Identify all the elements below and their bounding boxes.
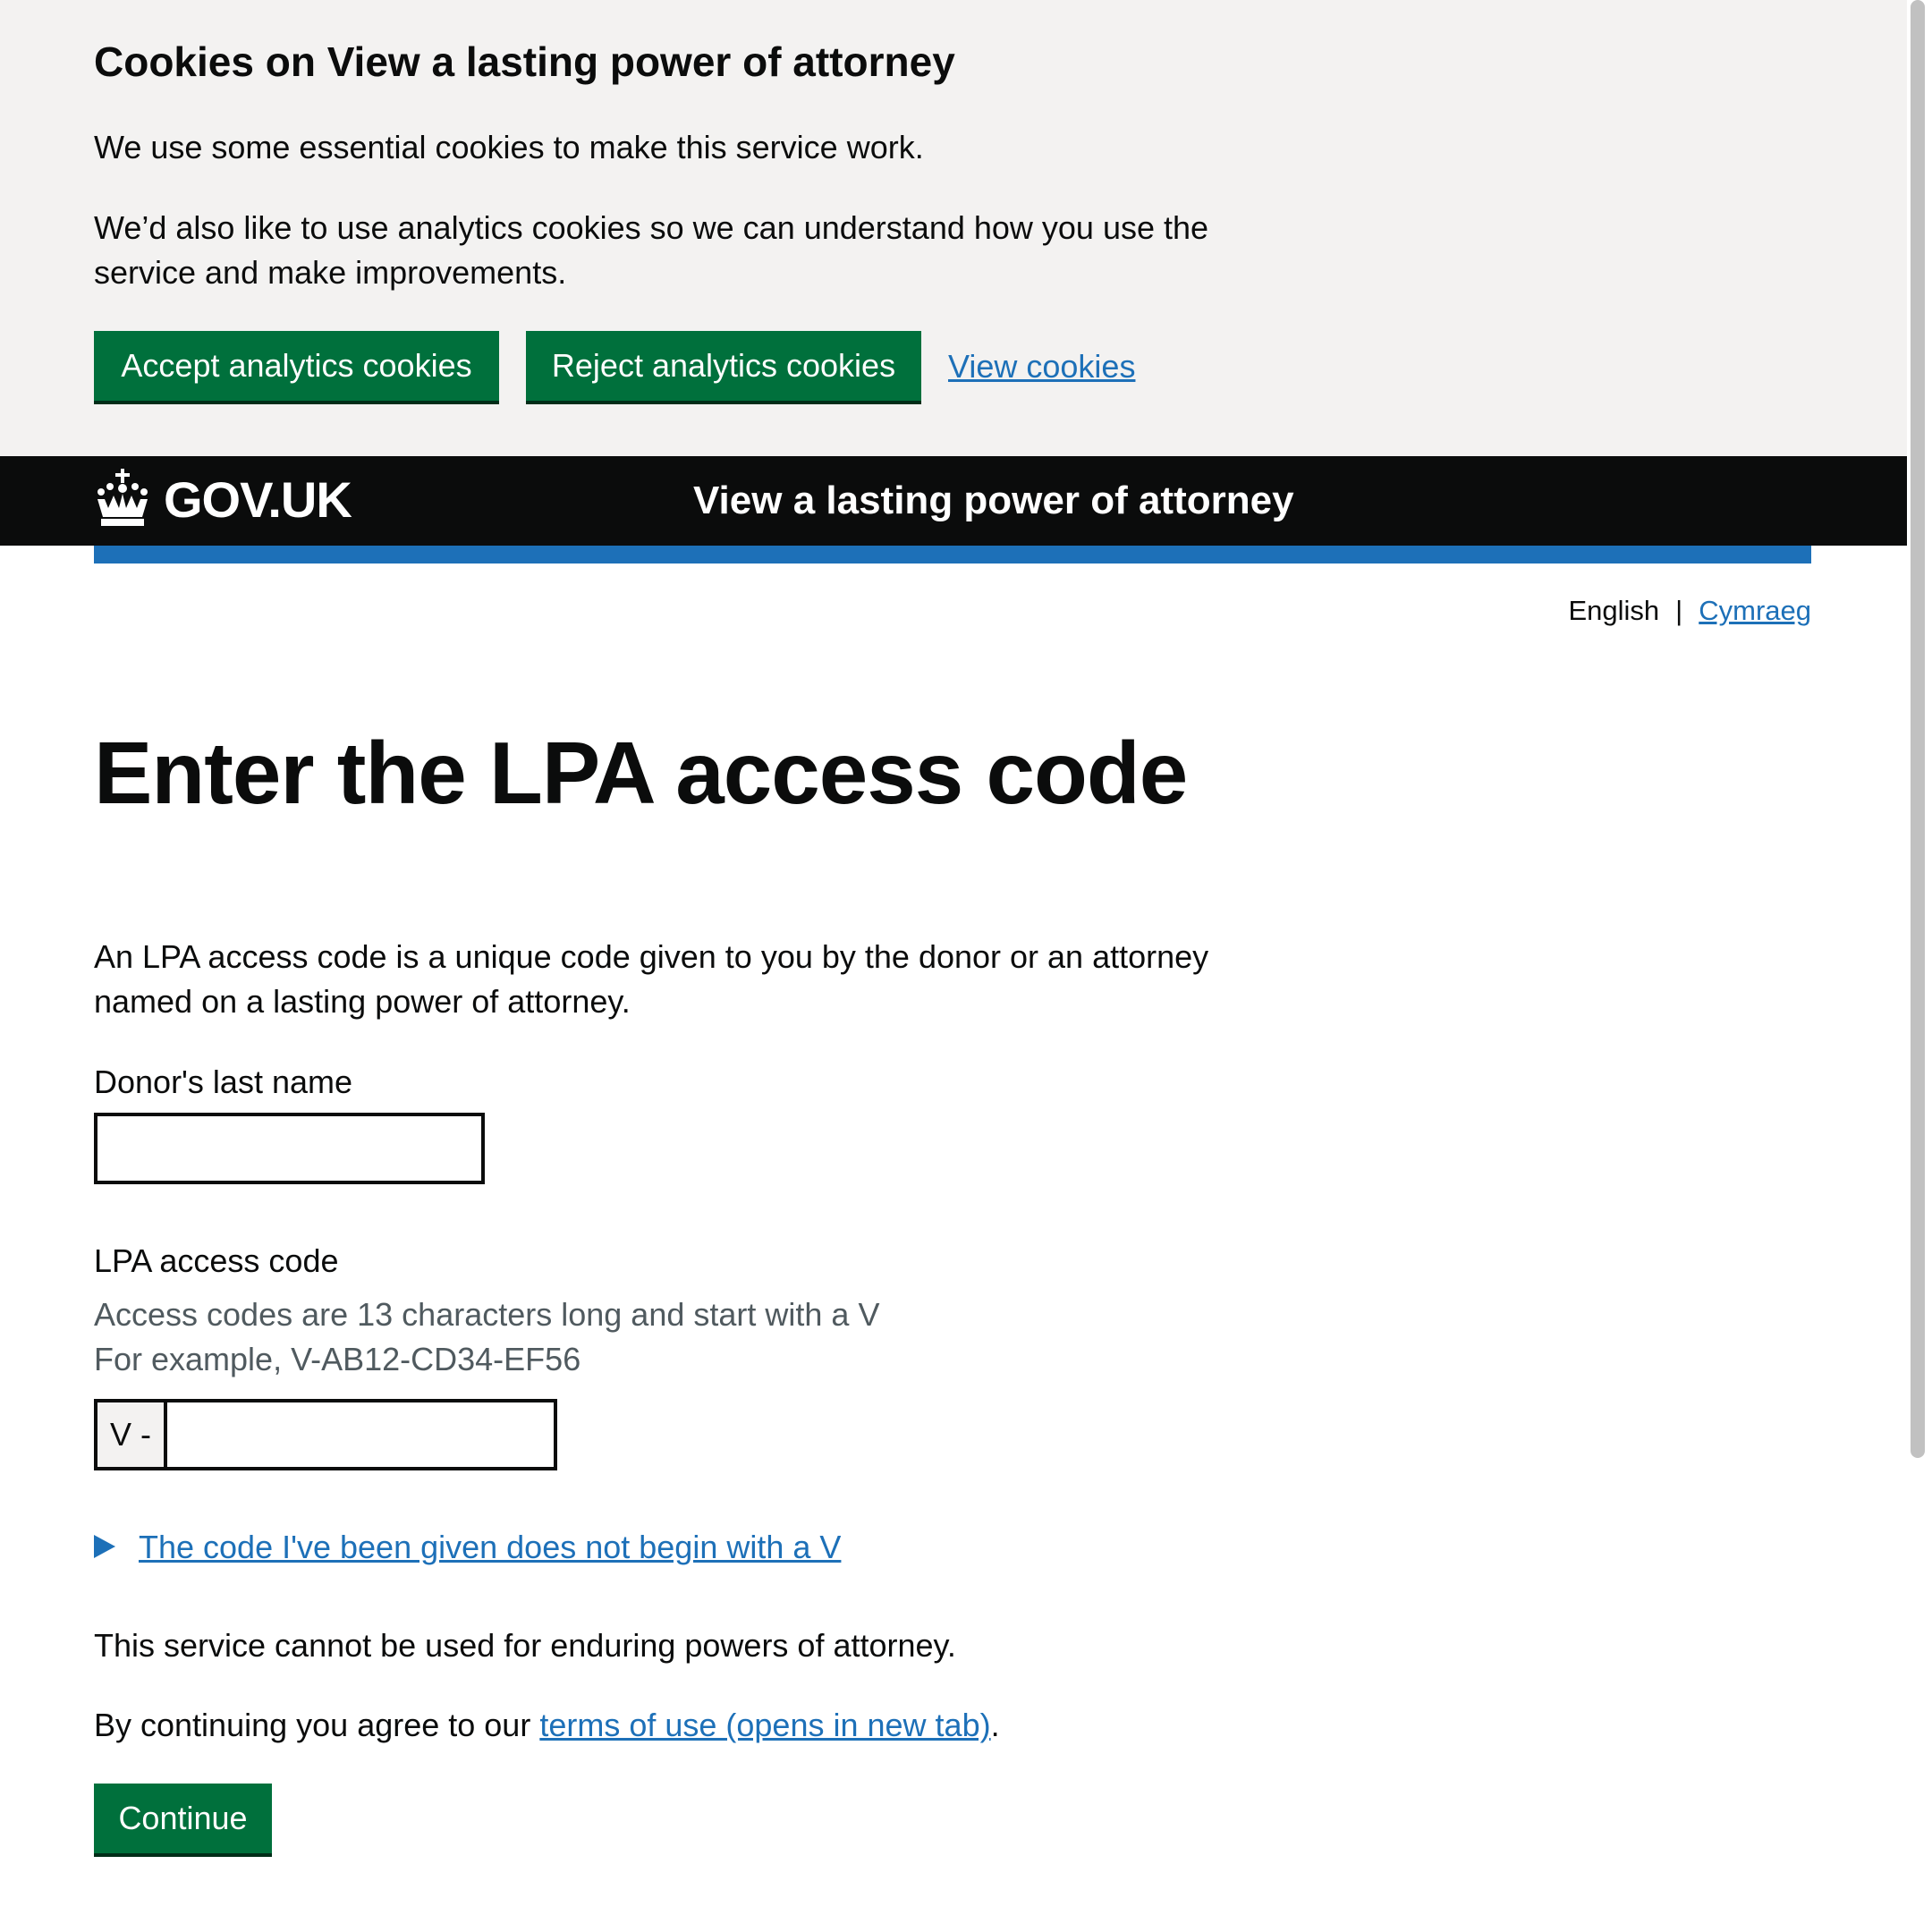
donor-last-name-label: Donor's last name — [94, 1063, 353, 1100]
cookie-banner-text-essential: We use some essential cookies to make th… — [94, 129, 924, 165]
language-current: English — [1568, 595, 1660, 626]
terms-prefix: By continuing you agree to our — [94, 1707, 540, 1743]
language-separator: | — [1675, 595, 1683, 626]
view-cookies-link[interactable]: View cookies — [948, 344, 1135, 389]
reject-cookies-button[interactable]: Reject analytics cookies — [526, 331, 921, 401]
intro-text: An LPA access code is a unique code give… — [94, 938, 1209, 1020]
service-name-link[interactable]: View a lasting power of attorney — [693, 476, 1294, 526]
cookie-banner: Cookies on View a lasting power of attor… — [0, 0, 1907, 456]
page-scrollbar[interactable] — [1911, 0, 1925, 1458]
access-code-hint-example: For example, V-AB12-CD34-EF56 — [94, 1341, 581, 1377]
terms-suffix: . — [990, 1707, 1000, 1743]
access-code-field: V - — [94, 1399, 557, 1470]
cookie-banner-text-analytics: We’d also like to use analytics cookies … — [94, 209, 1209, 291]
epa-notice: This service cannot be used for enduring… — [94, 1627, 956, 1664]
donor-last-name-input[interactable] — [94, 1113, 485, 1184]
code-not-v-summary-link[interactable]: The code I've been given does not begin … — [139, 1529, 841, 1565]
language-toggle: English | Cymraeg — [1568, 590, 1811, 631]
header-blue-bar — [94, 546, 1811, 564]
govuk-logo[interactable]: GOV.UK — [164, 469, 352, 531]
terms-text: By continuing you agree to our terms of … — [94, 1703, 1000, 1748]
disclosure-triangle-icon — [94, 1535, 115, 1559]
access-code-input[interactable] — [164, 1399, 557, 1470]
page-title: Enter the LPA access code — [94, 724, 1188, 822]
access-code-hint-length: Access codes are 13 characters long and … — [94, 1296, 880, 1333]
crown-icon — [97, 469, 148, 526]
cookie-banner-title: Cookies on View a lasting power of attor… — [94, 38, 955, 85]
access-code-prefix: V - — [94, 1399, 167, 1470]
access-code-label: LPA access code — [94, 1242, 339, 1279]
code-not-v-details[interactable]: The code I've been given does not begin … — [94, 1525, 841, 1570]
terms-of-use-link[interactable]: terms of use (opens in new tab) — [539, 1707, 990, 1743]
language-cymraeg-link[interactable]: Cymraeg — [1699, 595, 1811, 626]
accept-cookies-button[interactable]: Accept analytics cookies — [94, 331, 499, 401]
continue-button[interactable]: Continue — [94, 1784, 272, 1853]
site-header: GOV.UK View a lasting power of attorney — [0, 456, 1907, 546]
